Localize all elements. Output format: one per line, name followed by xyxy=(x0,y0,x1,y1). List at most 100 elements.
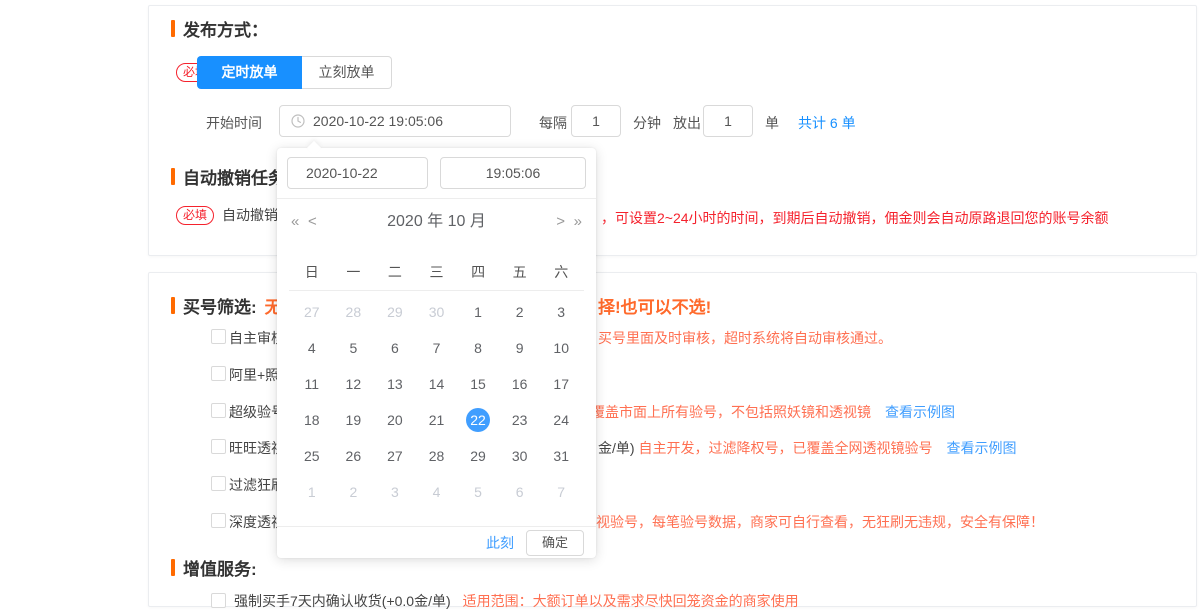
day-cell[interactable]: 12 xyxy=(333,366,375,402)
release-unit-label: 单 xyxy=(765,113,779,133)
divider xyxy=(277,198,596,199)
auto-cancel-section-title: 自动撤销任务 xyxy=(183,164,285,189)
value-added-checkbox[interactable] xyxy=(211,593,226,608)
day-cell[interactable]: 23 xyxy=(499,402,541,438)
day-cell[interactable]: 14 xyxy=(416,366,458,402)
day-cell[interactable]: 5 xyxy=(457,474,499,510)
day-cell[interactable]: 15 xyxy=(457,366,499,402)
day-cell[interactable]: 2 xyxy=(333,474,375,510)
filter-label: 阿里+照 xyxy=(229,365,279,385)
day-cell[interactable]: 22 xyxy=(457,402,499,438)
day-cell[interactable]: 29 xyxy=(374,294,416,330)
datepicker-time-input[interactable]: 19:05:06 xyxy=(440,157,586,189)
every-unit-label: 分钟 xyxy=(633,113,661,133)
weekday-label: 二 xyxy=(374,260,416,284)
auto-cancel-section-heading: 自动撤销任务 xyxy=(171,164,285,189)
clock-icon xyxy=(291,114,305,128)
day-cell[interactable]: 7 xyxy=(416,330,458,366)
auto-cancel-row: 必填 自动撤销： xyxy=(176,205,292,225)
start-time-label: 开始时间 xyxy=(206,113,262,133)
weekday-label: 日 xyxy=(291,260,333,284)
auto-cancel-description: ，可设置2~24小时的时间，到期后自动撤销，佣金则会自动原路退回您的账号余额 xyxy=(601,208,1109,228)
day-cell[interactable]: 1 xyxy=(457,294,499,330)
release-label: 放出 xyxy=(673,113,701,133)
day-cell[interactable]: 2 xyxy=(499,294,541,330)
filter-checkbox[interactable] xyxy=(211,439,226,454)
day-cell[interactable]: 6 xyxy=(374,330,416,366)
filter-note-text: 自主开发，过滤降权号，已覆盖全网透视镜验号 xyxy=(638,440,932,456)
day-cell[interactable]: 27 xyxy=(374,438,416,474)
divider xyxy=(277,526,596,527)
day-cell[interactable]: 6 xyxy=(499,474,541,510)
example-image-link[interactable]: 查看示例图 xyxy=(885,404,955,420)
day-cell[interactable]: 18 xyxy=(291,402,333,438)
day-cell[interactable]: 17 xyxy=(540,366,582,402)
filter-note: 覆盖市面上所有验号，不包括照妖镜和透视镜查看示例图 xyxy=(591,402,955,422)
day-cell[interactable]: 30 xyxy=(499,438,541,474)
weekday-header-row: 日一二三四五六 xyxy=(291,260,582,284)
weekday-label: 五 xyxy=(499,260,541,284)
day-cell[interactable]: 29 xyxy=(457,438,499,474)
start-time-value: 2020-10-22 19:05:06 xyxy=(313,113,443,129)
datepicker-popup: 2020-10-22 19:05:06 « < 2020 年 10 月 > » … xyxy=(277,148,596,558)
day-cell[interactable]: 10 xyxy=(540,330,582,366)
section-bar xyxy=(171,168,175,185)
day-cell[interactable]: 27 xyxy=(291,294,333,330)
day-cell[interactable]: 31 xyxy=(540,438,582,474)
filter-note-prefix: 金/单) xyxy=(598,440,638,456)
datepicker-month-title: 2020 年 10 月 xyxy=(277,210,596,234)
value-added-heading: 增值服务: xyxy=(171,555,257,580)
day-cell[interactable]: 5 xyxy=(333,330,375,366)
day-cell[interactable]: 19 xyxy=(333,402,375,438)
tab-instant-release[interactable]: 立刻放单 xyxy=(302,56,392,89)
day-cell[interactable]: 25 xyxy=(291,438,333,474)
filter-checkbox[interactable] xyxy=(211,366,226,381)
filter-checkbox[interactable] xyxy=(211,403,226,418)
weekday-label: 四 xyxy=(457,260,499,284)
release-count-input[interactable]: 1 xyxy=(703,105,753,137)
day-cell[interactable]: 24 xyxy=(540,402,582,438)
day-cell[interactable]: 1 xyxy=(291,474,333,510)
day-cell[interactable]: 7 xyxy=(540,474,582,510)
weekday-label: 六 xyxy=(540,260,582,284)
day-cell[interactable]: 28 xyxy=(416,438,458,474)
day-cell[interactable]: 3 xyxy=(374,474,416,510)
weekday-label: 一 xyxy=(333,260,375,284)
day-cell[interactable]: 3 xyxy=(540,294,582,330)
interval-minutes-input[interactable]: 1 xyxy=(571,105,621,137)
day-cell[interactable]: 4 xyxy=(416,474,458,510)
filter-checkbox[interactable] xyxy=(211,329,226,344)
tab-timed-release[interactable]: 定时放单 xyxy=(197,56,302,89)
datepicker-footer: 此刻 确定 xyxy=(486,529,584,557)
start-time-input[interactable]: 2020-10-22 19:05:06 xyxy=(279,105,511,137)
day-cell[interactable]: 13 xyxy=(374,366,416,402)
example-image-link[interactable]: 查看示例图 xyxy=(946,440,1016,456)
filter-note-text: 覆盖市面上所有验号，不包括照妖镜和透视镜 xyxy=(591,404,871,420)
datepicker-date-input[interactable]: 2020-10-22 xyxy=(287,157,428,189)
day-cell[interactable]: 4 xyxy=(291,330,333,366)
day-cell[interactable]: 26 xyxy=(333,438,375,474)
day-cell[interactable]: 8 xyxy=(457,330,499,366)
now-button[interactable]: 此刻 xyxy=(486,533,514,553)
filter-checkbox[interactable] xyxy=(211,476,226,491)
next-month-button[interactable]: > xyxy=(556,210,565,234)
required-badge: 必填 xyxy=(176,206,214,225)
day-cell[interactable]: 28 xyxy=(333,294,375,330)
filter-note-text: 买号里面及时审核，超时系统将自动审核通过。 xyxy=(598,330,892,346)
day-cell[interactable]: 21 xyxy=(416,402,458,438)
day-cell[interactable]: 11 xyxy=(291,366,333,402)
value-added-note: 适用范围：大额订单以及需求尽快回笼资金的商家使用 xyxy=(463,591,799,611)
day-cell[interactable]: 16 xyxy=(499,366,541,402)
day-cell[interactable]: 9 xyxy=(499,330,541,366)
day-cell[interactable]: 20 xyxy=(374,402,416,438)
filter-checkbox[interactable] xyxy=(211,513,226,528)
value-added-row: 强制买手7天内确认收货(+0.0金/单) 适用范围：大额订单以及需求尽快回笼资金… xyxy=(211,591,799,611)
next-year-button[interactable]: » xyxy=(574,210,582,234)
filter-note: 视验号，每笔验号数据，商家可自行查看，无狂刷无违规，安全有保障！ xyxy=(596,512,1044,532)
divider xyxy=(289,290,584,291)
day-cell[interactable]: 30 xyxy=(416,294,458,330)
confirm-button[interactable]: 确定 xyxy=(526,530,584,556)
section-bar xyxy=(171,20,175,37)
total-orders-text: 共计 6 单 xyxy=(798,113,856,133)
every-label: 每隔 xyxy=(539,113,567,133)
